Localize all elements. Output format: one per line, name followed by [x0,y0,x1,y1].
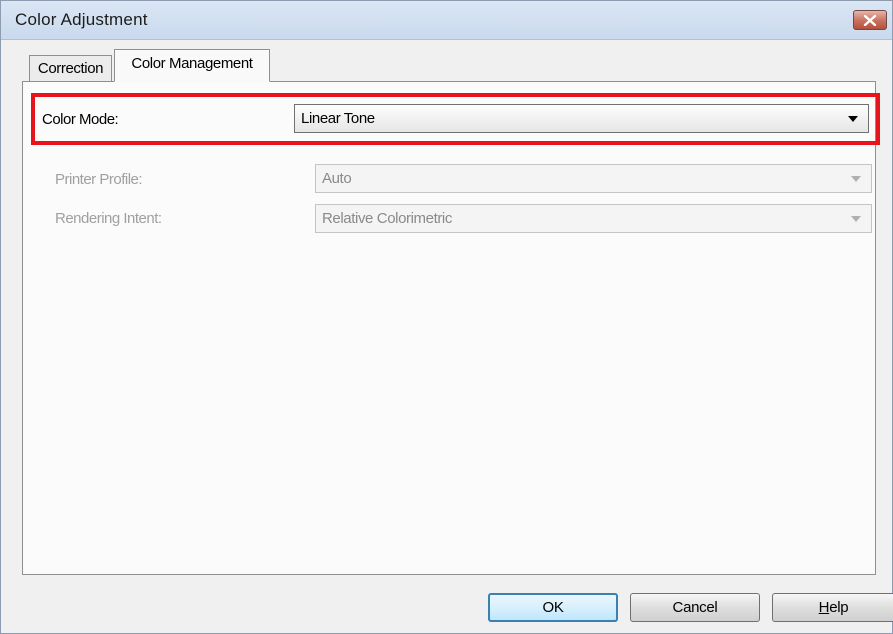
chevron-down-icon [851,215,861,222]
cancel-button-label: Cancel [672,599,718,616]
printer-profile-dropdown[interactable]: Auto [315,164,872,193]
tab-color-management[interactable]: Color Management [114,49,270,82]
rendering-intent-value: Relative Colorimetric [322,210,452,227]
help-button-mnemonic: H [818,599,830,616]
color-adjustment-dialog: Color Adjustment Correction Color Manage… [0,0,893,634]
rendering-intent-dropdown[interactable]: Relative Colorimetric [315,204,872,233]
printer-profile-label: Printer Profile: [55,171,143,188]
cancel-button[interactable]: Cancel [630,593,760,622]
tab-correction[interactable]: Correction [29,55,112,81]
chevron-down-icon [851,175,861,182]
color-mode-highlight [31,93,880,145]
title-bar[interactable]: Color Adjustment [1,1,892,40]
ok-button[interactable]: OK [488,593,618,622]
window-title: Color Adjustment [15,10,148,29]
color-management-panel [22,81,876,575]
printer-profile-value: Auto [322,170,352,187]
close-icon [863,14,877,26]
help-button[interactable]: Help [772,593,893,622]
close-button[interactable] [853,10,887,30]
ok-button-label: OK [542,599,564,616]
help-button-label: elp [829,599,849,616]
tab-correction-label: Correction [37,60,104,77]
rendering-intent-label: Rendering Intent: [55,210,162,227]
tab-color-management-label: Color Management [131,55,253,72]
